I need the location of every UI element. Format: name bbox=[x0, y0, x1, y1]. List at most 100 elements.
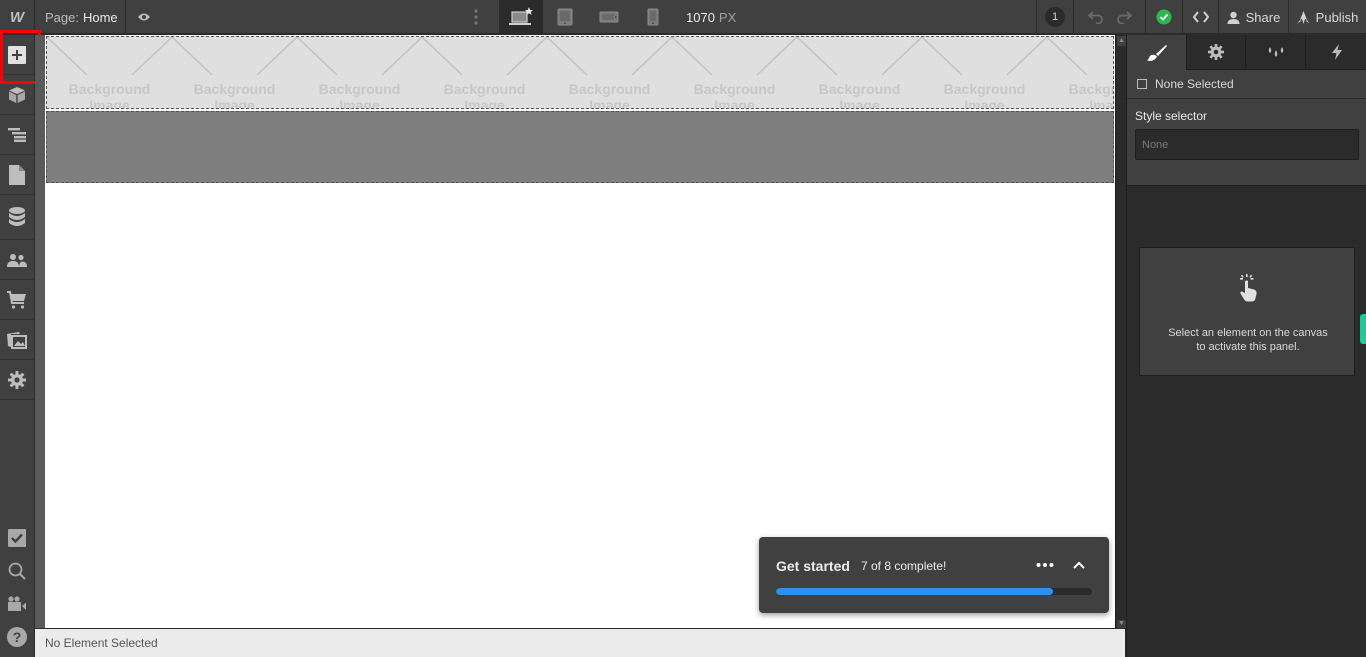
publish-label: Publish bbox=[1315, 9, 1359, 25]
user-icon bbox=[1227, 11, 1240, 24]
none-selected-label: None Selected bbox=[1155, 77, 1234, 91]
desktop-star-icon bbox=[509, 7, 533, 25]
search-icon bbox=[8, 562, 26, 580]
tab-interactions[interactable] bbox=[1306, 35, 1366, 70]
navigator-icon bbox=[8, 127, 26, 142]
right-panel: None Selected Style selector None Select… bbox=[1126, 35, 1366, 657]
chevron-up-icon bbox=[1073, 561, 1085, 569]
none-selected-checkbox[interactable] bbox=[1137, 79, 1147, 89]
notifications-button[interactable]: 1 bbox=[1036, 0, 1074, 34]
progress-bar bbox=[776, 588, 1092, 595]
width-value: 1070 bbox=[686, 9, 715, 25]
tab-style[interactable] bbox=[1127, 35, 1187, 70]
phone-portrait-icon bbox=[647, 8, 659, 26]
status-bar: No Element Selected bbox=[35, 628, 1125, 657]
placeholder-text: BackgroundImage bbox=[693, 81, 776, 109]
more-options-button[interactable] bbox=[468, 0, 484, 34]
selection-status: No Element Selected bbox=[45, 636, 158, 650]
cms-button[interactable] bbox=[0, 195, 34, 240]
webflow-logo[interactable]: W bbox=[0, 0, 35, 34]
horizontal-dots-icon bbox=[1036, 563, 1054, 567]
assets-button[interactable] bbox=[0, 320, 34, 360]
placeholder-text: BackgroundImage bbox=[443, 81, 526, 109]
width-unit: PX bbox=[718, 9, 737, 25]
cube-icon bbox=[9, 86, 25, 103]
placeholder-text: BackgroundImage bbox=[818, 81, 901, 109]
preview-button[interactable] bbox=[126, 0, 162, 34]
redo-icon[interactable] bbox=[1116, 10, 1132, 24]
search-button[interactable] bbox=[0, 554, 34, 587]
background-image-placeholder: BackgroundImage bbox=[171, 37, 298, 108]
more-button[interactable] bbox=[1035, 555, 1055, 575]
message-line-2: to activate this panel. bbox=[1196, 341, 1300, 353]
placeholder-text: BackgroundImage bbox=[318, 81, 401, 109]
message-line-1: Select an element on the canvas bbox=[1168, 327, 1328, 339]
device-landscape-button[interactable] bbox=[587, 0, 631, 34]
logo-text: W bbox=[9, 8, 25, 26]
background-image-placeholder: BackgroundImage bbox=[421, 37, 548, 109]
gear-icon bbox=[1208, 44, 1224, 60]
site-settings-button[interactable] bbox=[0, 360, 34, 400]
background-image-section[interactable]: Background Image Background Image Background… bbox=[46, 36, 1114, 109]
ecommerce-button[interactable] bbox=[0, 280, 34, 320]
tab-style-manager[interactable] bbox=[1246, 35, 1306, 70]
vertical-dots-icon bbox=[474, 9, 478, 25]
canvas-width-readout[interactable]: 1070 PX bbox=[686, 0, 736, 34]
navigator-button[interactable] bbox=[0, 115, 34, 155]
components-button[interactable] bbox=[0, 75, 34, 115]
users-button[interactable] bbox=[0, 240, 34, 280]
export-code-button[interactable] bbox=[1183, 0, 1219, 34]
canvas-scrollbar[interactable]: ▲ ▼ bbox=[1115, 35, 1126, 628]
undo-icon[interactable] bbox=[1087, 10, 1104, 24]
pages-button[interactable] bbox=[0, 155, 34, 195]
device-portrait-button[interactable] bbox=[631, 0, 675, 34]
eye-icon bbox=[138, 13, 150, 21]
collapse-button[interactable] bbox=[1069, 555, 1089, 575]
placeholder-text: BackgroundImage bbox=[1068, 81, 1114, 109]
background-image-placeholder: BackgroundImage bbox=[671, 37, 798, 109]
help-button[interactable]: ? bbox=[0, 620, 34, 653]
pointer-click-icon bbox=[1240, 274, 1257, 302]
share-button[interactable]: Share bbox=[1219, 0, 1289, 34]
phone-landscape-icon bbox=[599, 11, 619, 23]
page-name: Home bbox=[82, 9, 118, 25]
svg-text:?: ? bbox=[13, 629, 22, 645]
placeholder-text: BackgroundImage bbox=[943, 81, 1026, 109]
empty-panel-message: Select an element on the canvas to activa… bbox=[1140, 326, 1356, 354]
undo-redo-group bbox=[1074, 0, 1146, 34]
checklist-button[interactable] bbox=[0, 521, 34, 554]
page-selector[interactable]: Page: Home bbox=[35, 0, 126, 34]
publish-button[interactable]: Publish bbox=[1289, 0, 1366, 34]
code-icon bbox=[1192, 11, 1209, 23]
gray-section[interactable] bbox=[46, 111, 1114, 183]
tab-settings[interactable] bbox=[1187, 35, 1246, 70]
style-selector-placeholder: None bbox=[1142, 138, 1169, 151]
selection-row: None Selected bbox=[1127, 70, 1366, 99]
drops-icon bbox=[1268, 47, 1283, 57]
device-desktop-button[interactable] bbox=[499, 0, 543, 34]
scroll-down-arrow[interactable]: ▼ bbox=[1117, 620, 1126, 628]
style-selector-section: Style selector None bbox=[1127, 99, 1366, 186]
lightning-icon bbox=[1331, 44, 1342, 60]
site-status-button[interactable] bbox=[1146, 0, 1183, 34]
tablet-icon bbox=[557, 8, 573, 26]
share-label: Share bbox=[1245, 9, 1281, 25]
get-started-card[interactable]: Get started 7 of 8 complete! bbox=[759, 537, 1109, 613]
video-camera-icon bbox=[8, 596, 26, 611]
side-handle[interactable] bbox=[1360, 314, 1366, 344]
background-image-placeholder: BackgroundImage bbox=[546, 37, 673, 108]
background-image-placeholder: BackgroundImage bbox=[296, 37, 423, 109]
page-prefix: Page: bbox=[45, 9, 79, 25]
add-elements-button[interactable] bbox=[0, 35, 34, 75]
help-icon: ? bbox=[7, 626, 27, 647]
scroll-up-arrow[interactable]: ▲ bbox=[1117, 36, 1126, 46]
page-icon bbox=[9, 164, 25, 185]
style-selector-input[interactable]: None bbox=[1135, 129, 1359, 160]
gear-icon bbox=[8, 370, 26, 389]
device-tablet-button[interactable] bbox=[543, 0, 587, 34]
database-icon bbox=[9, 207, 25, 226]
video-tutorials-button[interactable] bbox=[0, 587, 34, 620]
checkbox-icon bbox=[8, 528, 26, 547]
notifications-badge: 1 bbox=[1045, 7, 1065, 27]
paintbrush-icon bbox=[1146, 44, 1167, 61]
